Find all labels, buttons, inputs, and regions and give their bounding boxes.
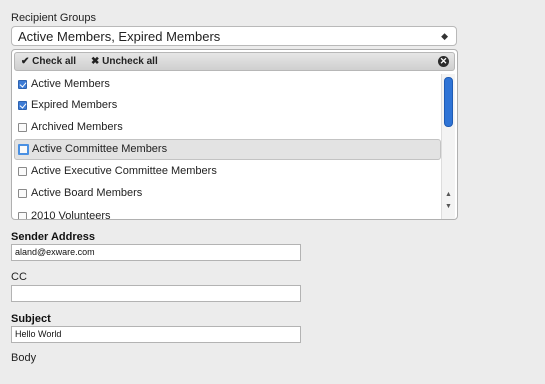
recipient-groups-selected-text: Active Members, Expired Members — [18, 29, 221, 44]
options-scrollbar[interactable]: ▲ ▼ — [441, 74, 455, 219]
check-all-button[interactable]: ✔ Check all — [21, 53, 76, 70]
checkbox[interactable] — [18, 167, 27, 176]
cc-label: CC — [11, 271, 27, 283]
recipient-groups-dropdown: ✔ Check all ✖ Uncheck all ✕ Active Membe… — [11, 49, 458, 220]
select-arrows-icon: ◆ — [441, 31, 448, 41]
close-icon[interactable]: ✕ — [438, 56, 449, 67]
option-active-committee-members[interactable]: Active Committee Members — [14, 139, 441, 160]
option-archived-members[interactable]: Archived Members — [14, 117, 441, 138]
option-label: Active Executive Committee Members — [31, 165, 217, 177]
option-active-members[interactable]: Active Members — [14, 74, 441, 95]
options-list: Active Members Expired Members Archived … — [14, 74, 441, 220]
option-label: Active Board Members — [31, 187, 143, 199]
scroll-down-icon[interactable]: ▼ — [444, 202, 453, 211]
option-label: Expired Members — [31, 99, 118, 111]
option-expired-members[interactable]: Expired Members — [14, 95, 441, 116]
recipient-groups-label: Recipient Groups — [11, 12, 96, 24]
checkbox-checked[interactable] — [18, 101, 27, 110]
option-label: Active Members — [31, 78, 110, 90]
sender-address-label: Sender Address — [11, 231, 95, 243]
dropdown-header: ✔ Check all ✖ Uncheck all ✕ — [14, 52, 455, 71]
checkbox[interactable] — [18, 123, 27, 132]
option-active-executive-committee-members[interactable]: Active Executive Committee Members — [14, 161, 441, 182]
checkbox-checked[interactable] — [18, 80, 27, 89]
checkbox[interactable] — [18, 189, 27, 198]
sender-address-input[interactable]: aland@exware.com — [11, 244, 301, 261]
body-label: Body — [11, 352, 37, 364]
scrollbar-thumb[interactable] — [444, 77, 453, 127]
option-label: Archived Members — [31, 121, 123, 133]
option-label: Active Committee Members — [32, 143, 168, 155]
checkbox[interactable] — [18, 212, 27, 219]
uncheck-all-button[interactable]: ✖ Uncheck all — [91, 53, 158, 70]
subject-label: Subject — [11, 313, 51, 325]
option-label: 2010 Volunteers — [31, 210, 111, 220]
cc-input[interactable] — [11, 285, 301, 302]
recipient-groups-select[interactable]: Active Members, Expired Members ◆ — [11, 26, 457, 46]
option-2010-volunteers[interactable]: 2010 Volunteers — [14, 206, 441, 220]
option-active-board-members[interactable]: Active Board Members — [14, 183, 441, 204]
checkbox-focused[interactable] — [18, 144, 29, 155]
scroll-up-icon[interactable]: ▲ — [444, 190, 453, 199]
subject-input[interactable]: Hello World — [11, 326, 301, 343]
